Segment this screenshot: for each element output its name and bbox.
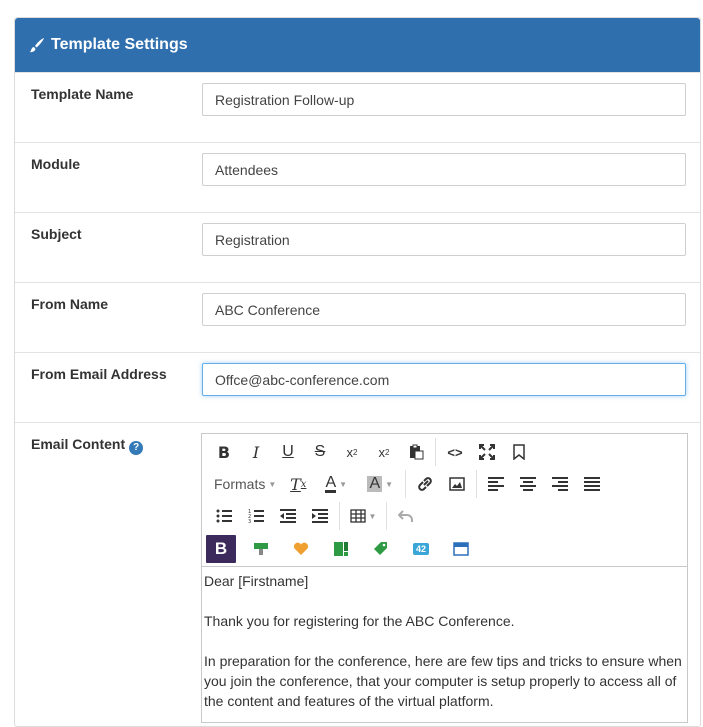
tag-icon[interactable]	[366, 535, 396, 563]
subject-input[interactable]: Registration	[202, 223, 686, 256]
number-badge-icon[interactable]: 42	[406, 535, 436, 563]
from-email-row: From Email Address Offce@abc-conference.…	[15, 352, 700, 422]
heart-icon[interactable]	[286, 535, 316, 563]
subscript-icon[interactable]: x2	[368, 438, 400, 466]
bold-icon[interactable]: B	[208, 438, 240, 466]
numbered-list-icon[interactable]: 123	[240, 502, 272, 530]
editor-toolbar: B I U S x2 x2 <> Formats ▼ T x A ▼ A ▼ 1…	[202, 434, 687, 567]
rich-text-editor: B I U S x2 x2 <> Formats ▼ T x A ▼ A ▼ 1…	[201, 433, 688, 723]
align-justify-icon[interactable]	[576, 470, 608, 498]
italic-icon[interactable]: I	[240, 438, 272, 466]
body-paragraph: In preparation for the conference, here …	[204, 653, 682, 709]
module-input[interactable]: Attendees	[202, 153, 686, 186]
template-name-row: Template Name Registration Follow-up	[15, 72, 700, 142]
indent-icon[interactable]	[304, 502, 336, 530]
image-icon[interactable]	[441, 470, 473, 498]
toolbar-separator	[339, 502, 340, 530]
editor-body[interactable]: Dear [Firstname] Thank you for registeri…	[202, 567, 687, 711]
template-name-label: Template Name	[31, 86, 134, 102]
superscript-icon[interactable]: x2	[336, 438, 368, 466]
clear-formatting-icon[interactable]: Tx	[282, 470, 314, 498]
window-icon[interactable]	[446, 535, 476, 563]
subject-row: Subject Registration	[15, 212, 700, 282]
body-paragraph: Thank you for registering for the ABC Co…	[204, 613, 515, 629]
code-icon[interactable]: <>	[439, 438, 471, 466]
formats-label: Formats	[214, 476, 266, 492]
underline-icon[interactable]: U	[272, 438, 304, 466]
email-content-row: Email Content? B I U S x2 x2 <> Formats …	[15, 422, 700, 723]
table-icon[interactable]: ▼	[343, 502, 383, 530]
panel-header: Template Settings	[15, 18, 700, 72]
align-left-icon[interactable]	[480, 470, 512, 498]
template-name-input[interactable]: Registration Follow-up	[202, 83, 686, 116]
bullet-list-icon[interactable]	[208, 502, 240, 530]
bookmark-icon[interactable]	[503, 438, 535, 466]
paint-brush-icon	[29, 38, 44, 53]
toolbar-row-2: Formats ▼ Tx A ▼ A ▼	[202, 468, 687, 500]
align-right-icon[interactable]	[544, 470, 576, 498]
subject-label: Subject	[31, 226, 82, 242]
background-color-icon[interactable]: A ▼	[358, 470, 402, 498]
from-name-input[interactable]: ABC Conference	[202, 293, 686, 326]
strikethrough-icon[interactable]: S	[304, 438, 336, 466]
link-icon[interactable]	[409, 470, 441, 498]
module-label: Module	[31, 156, 80, 172]
from-name-label: From Name	[31, 296, 109, 312]
layout-icon[interactable]	[326, 535, 356, 563]
number-badge: 42	[412, 543, 429, 555]
text-color-icon[interactable]: A ▼	[314, 470, 358, 498]
toolbar-row-3: 123 ▼	[202, 500, 687, 532]
template-settings-panel: Template Settings Template Name Registra…	[14, 17, 701, 727]
svg-text:3: 3	[248, 519, 251, 523]
caret-down-icon: ▼	[268, 479, 277, 489]
panel-title: Template Settings	[51, 36, 188, 53]
bold-plugin-icon[interactable]: B	[206, 535, 236, 563]
formats-dropdown[interactable]: Formats ▼	[208, 470, 282, 498]
align-center-icon[interactable]	[512, 470, 544, 498]
module-row: Module Attendees	[15, 142, 700, 212]
email-content-label-wrap: Email Content?	[31, 436, 144, 455]
from-email-label: From Email Address	[31, 366, 167, 382]
paste-icon[interactable]	[400, 438, 432, 466]
body-greeting: Dear [Firstname]	[204, 573, 309, 589]
merge-field-icon[interactable]	[246, 535, 276, 563]
toolbar-separator	[476, 470, 478, 498]
help-icon[interactable]: ?	[129, 440, 144, 455]
from-name-row: From Name ABC Conference	[15, 282, 700, 352]
toolbar-separator	[405, 470, 407, 498]
outdent-icon[interactable]	[272, 502, 304, 530]
fullscreen-icon[interactable]	[471, 438, 503, 466]
email-content-label: Email Content	[31, 436, 126, 452]
toolbar-separator	[435, 438, 436, 466]
undo-icon[interactable]	[390, 502, 422, 530]
toolbar-row-1: B I U S x2 x2 <>	[202, 436, 687, 468]
toolbar-separator	[386, 502, 387, 530]
toolbar-row-4: B 42	[202, 532, 687, 566]
from-email-input[interactable]: Offce@abc-conference.com	[202, 363, 686, 396]
